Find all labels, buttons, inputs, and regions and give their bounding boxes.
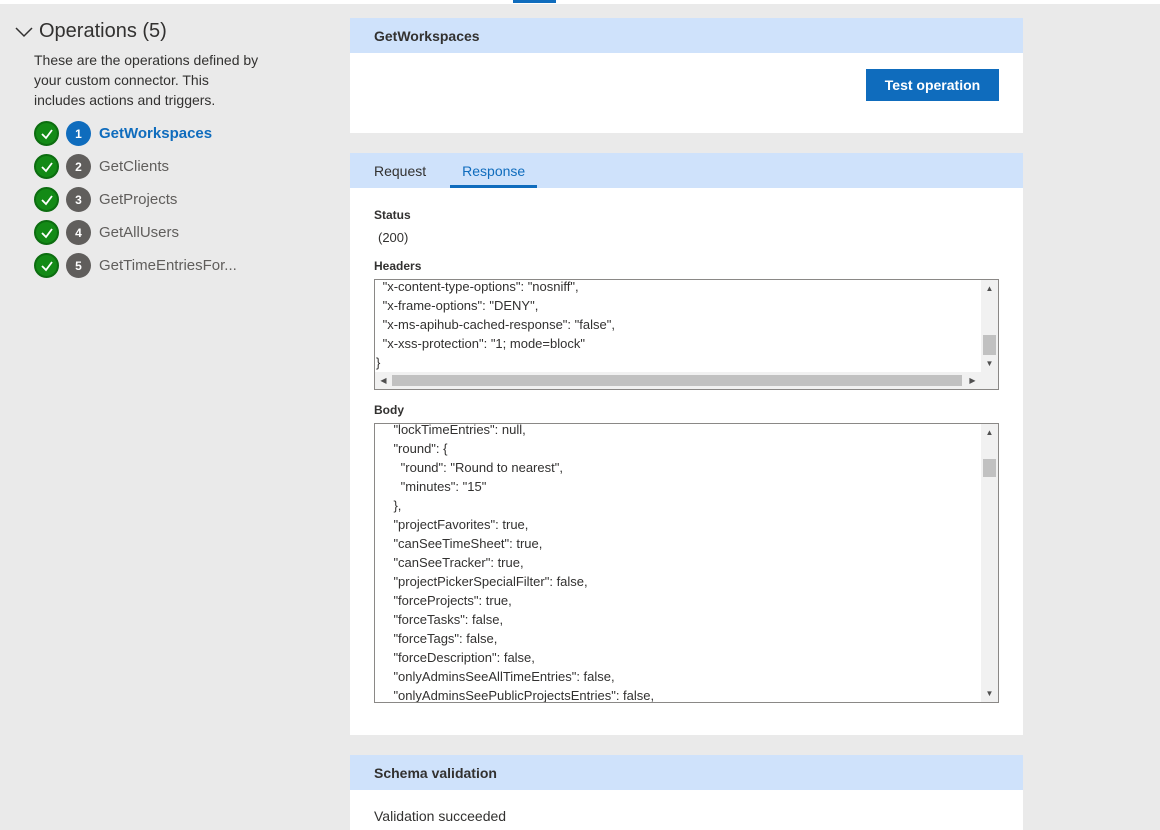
operation-number: 2 — [66, 154, 91, 179]
headers-line: "x-xss-protection": "1; mode=block" — [379, 336, 585, 351]
operation-item-gettimeentries[interactable]: 5 GetTimeEntriesFor... — [34, 249, 237, 282]
scroll-down-arrow-icon[interactable]: ▼ — [981, 685, 998, 702]
operation-label[interactable]: GetAllUsers — [99, 224, 179, 241]
validation-result: Validation succeeded — [374, 808, 507, 824]
body-line: "canSeeTracker": true, — [379, 555, 524, 570]
scrollbar-thumb[interactable] — [983, 459, 996, 477]
operations-description: These are the operations defined by your… — [34, 52, 259, 108]
chevron-down-icon[interactable] — [14, 22, 34, 42]
tab-request[interactable]: Request — [362, 153, 438, 188]
body-line: "forceProjects": true, — [379, 593, 512, 608]
schema-validation-card: Schema validation Validation succeeded — [350, 755, 1023, 830]
body-line: "forceTags": false, — [379, 631, 498, 646]
body-line: "onlyAdminsSeeAllTimeEntries": false, — [379, 669, 615, 684]
headers-line: "x-ms-apihub-cached-response": "false", — [379, 317, 615, 332]
body-textbox[interactable]: "lockTimeEntries": null, "round": { "rou… — [374, 423, 999, 703]
operation-label[interactable]: GetClients — [99, 158, 169, 175]
scroll-up-arrow-icon[interactable]: ▲ — [981, 280, 998, 297]
status-label: Status — [374, 208, 411, 222]
schema-validation-title: Schema validation — [350, 755, 1023, 790]
body-vertical-scrollbar[interactable]: ▲ ▼ — [981, 424, 998, 702]
operation-number: 4 — [66, 220, 91, 245]
scrollbar-thumb[interactable] — [983, 335, 996, 355]
body-line: "projectPickerSpecialFilter": false, — [379, 574, 588, 589]
operation-item-getclients[interactable]: 2 GetClients — [34, 150, 237, 183]
top-tab-indicator — [513, 0, 556, 3]
scroll-down-arrow-icon[interactable]: ▼ — [981, 355, 998, 372]
body-line: "projectFavorites": true, — [379, 517, 529, 532]
scroll-left-arrow-icon[interactable]: ◀ — [375, 372, 392, 389]
top-bar — [0, 0, 1160, 4]
success-check-icon — [34, 220, 59, 245]
operations-list: 1 GetWorkspaces 2 GetClients 3 GetProjec… — [34, 117, 237, 282]
operation-item-getworkspaces[interactable]: 1 GetWorkspaces — [34, 117, 237, 150]
status-value: (200) — [378, 230, 409, 245]
headers-line: "x-content-type-options": "nosniff", — [379, 279, 579, 294]
test-operation-button[interactable]: Test operation — [866, 69, 999, 101]
body-line: "minutes": "15" — [379, 479, 487, 494]
scrollbar-thumb[interactable] — [392, 375, 962, 386]
success-check-icon — [34, 121, 59, 146]
headers-label: Headers — [374, 259, 422, 273]
operation-label[interactable]: GetProjects — [99, 191, 177, 208]
operation-label[interactable]: GetTimeEntriesFor... — [99, 257, 237, 274]
headers-vertical-scrollbar[interactable]: ▲ ▼ — [981, 280, 998, 372]
body-label: Body — [374, 403, 404, 417]
body-line: "canSeeTimeSheet": true, — [379, 536, 543, 551]
scroll-up-arrow-icon[interactable]: ▲ — [981, 424, 998, 441]
operations-header[interactable]: Operations (5) — [14, 20, 167, 43]
body-line: }, — [379, 498, 402, 513]
operation-card: GetWorkspaces Test operation — [350, 18, 1023, 133]
operations-title: Operations (5) — [39, 20, 167, 42]
operation-card-title: GetWorkspaces — [350, 18, 1023, 53]
body-line: "round": "Round to nearest", — [379, 460, 563, 475]
headers-line: "x-frame-options": "DENY", — [379, 298, 539, 313]
request-response-tabs: Request Response — [350, 153, 1023, 188]
body-line: "lockTimeEntries": null, — [379, 423, 526, 437]
headers-horizontal-scrollbar[interactable]: ◀ ▶ — [375, 372, 998, 389]
headers-textbox[interactable]: "x-content-type-options": "nosniff", "x-… — [374, 279, 999, 390]
success-check-icon — [34, 187, 59, 212]
body-line: "onlyAdminsSeePublicProjectsEntries": fa… — [379, 688, 655, 703]
operation-number: 1 — [66, 121, 91, 146]
operation-number: 3 — [66, 187, 91, 212]
success-check-icon — [34, 253, 59, 278]
body-line: "round": { — [379, 441, 448, 456]
operation-label[interactable]: GetWorkspaces — [99, 125, 212, 142]
operation-item-getallusers[interactable]: 4 GetAllUsers — [34, 216, 237, 249]
scroll-right-arrow-icon[interactable]: ▶ — [964, 372, 981, 389]
operation-item-getprojects[interactable]: 3 GetProjects — [34, 183, 237, 216]
response-card: Request Response Status (200) Headers "x… — [350, 153, 1023, 735]
success-check-icon — [34, 154, 59, 179]
body-line: "forceTasks": false, — [379, 612, 504, 627]
body-line: "forceDescription": false, — [379, 650, 535, 665]
tab-response[interactable]: Response — [450, 153, 538, 188]
operation-number: 5 — [66, 253, 91, 278]
headers-line: } — [376, 355, 381, 370]
